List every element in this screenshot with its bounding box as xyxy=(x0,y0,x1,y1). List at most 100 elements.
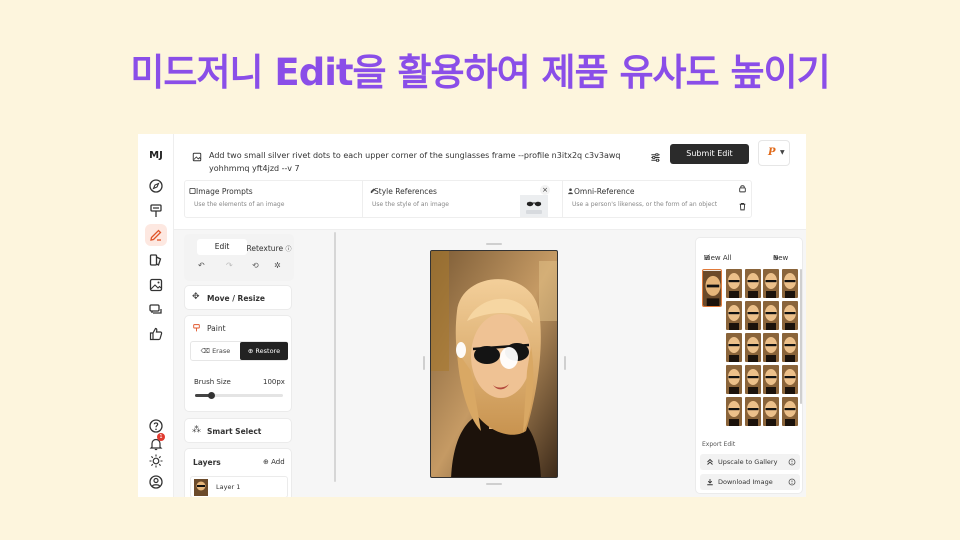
image-prompt-icon[interactable] xyxy=(192,152,202,162)
brush-size-slider[interactable] xyxy=(195,392,283,399)
variation-image xyxy=(781,301,798,330)
profile-dropdown[interactable]: P ▼ xyxy=(758,140,790,166)
sun-icon[interactable] xyxy=(148,453,164,469)
canvas-resize-handle-right[interactable] xyxy=(564,356,566,370)
brush-size-value: 100px xyxy=(263,378,285,386)
smart-select-label: Smart Select xyxy=(207,427,262,436)
compass-icon[interactable] xyxy=(148,178,164,194)
variation-image xyxy=(726,333,742,362)
layers-icon[interactable] xyxy=(148,252,164,268)
bell-icon[interactable]: 1 xyxy=(148,433,165,452)
variation-thumbnail[interactable] xyxy=(726,397,742,426)
variation-image xyxy=(763,333,779,362)
gallery-scrollbar[interactable] xyxy=(800,269,802,404)
variation-thumbnail[interactable] xyxy=(763,365,779,394)
portrait-image xyxy=(431,251,557,477)
thumbs-up-icon[interactable] xyxy=(148,326,164,342)
variations-gallery: ⊞ View All ⊕ New Export Edit Upscale to … xyxy=(695,237,803,494)
variation-image xyxy=(763,269,779,298)
variation-image xyxy=(726,269,742,298)
layer-thumbnail xyxy=(194,479,208,496)
variation-thumbnail[interactable] xyxy=(744,365,761,394)
redo-icon[interactable]: ↷ xyxy=(226,261,233,270)
tab-retexture[interactable]: Retexture ⓘ xyxy=(244,241,294,257)
midjourney-app: MJ 1 Add two small silver rivet dots to … xyxy=(138,134,806,497)
image-prompts-subtitle: Use the elements of an image xyxy=(194,201,285,208)
variation-image xyxy=(781,365,798,394)
image-prompts-slot[interactable]: Image Prompts Use the elements of an ima… xyxy=(185,181,363,218)
left-rail: MJ 1 xyxy=(138,134,174,497)
upscale-to-gallery-button[interactable]: Upscale to Gallery xyxy=(700,454,800,470)
sunglasses-thumbnail-image xyxy=(520,195,548,217)
variation-thumbnail[interactable] xyxy=(726,333,742,362)
variation-thumbnail[interactable] xyxy=(781,397,798,426)
variation-thumbnail[interactable] xyxy=(763,301,779,330)
brush-size-thumb[interactable] xyxy=(207,392,215,399)
prompt-input[interactable]: Add two small silver rivet dots to each … xyxy=(209,149,639,175)
edit-canvas[interactable] xyxy=(430,250,558,478)
restore-label: Restore xyxy=(255,347,281,355)
variation-thumbnail[interactable] xyxy=(763,269,779,298)
add-layer-button[interactable]: ⊕ Add xyxy=(263,458,285,466)
reset-icon[interactable]: ⟲ xyxy=(252,261,259,270)
info-icon xyxy=(788,478,796,486)
omni-reference-title: Omni-Reference xyxy=(574,187,635,196)
tab-edit[interactable]: Edit xyxy=(197,239,247,255)
help-icon[interactable] xyxy=(148,418,164,434)
variation-thumbnail[interactable] xyxy=(763,397,779,426)
omni-reference-slot[interactable]: Omni-Reference Use a person's likeness, … xyxy=(563,181,753,218)
variation-thumbnail[interactable] xyxy=(726,365,742,394)
chevron-down-icon: ▼ xyxy=(780,149,785,156)
variation-thumbnail[interactable] xyxy=(744,269,761,298)
erase-button[interactable]: ⌫ Erase xyxy=(191,342,240,360)
export-edit-label: Export Edit xyxy=(702,441,736,448)
variation-thumbnail[interactable] xyxy=(744,333,761,362)
variation-thumbnail[interactable] xyxy=(744,301,761,330)
smart-select-icon: ⁂ xyxy=(192,425,201,435)
variation-thumbnail[interactable] xyxy=(726,269,742,298)
variation-image xyxy=(726,365,742,394)
selected-variation-thumbnail[interactable] xyxy=(702,269,722,307)
tab-retexture-label: Retexture xyxy=(246,244,284,253)
variation-thumbnail[interactable] xyxy=(744,397,761,426)
mj-logo[interactable]: MJ xyxy=(138,150,174,161)
user-icon[interactable] xyxy=(148,474,164,490)
paint-brush-icon xyxy=(193,324,200,332)
notification-badge: 1 xyxy=(157,433,165,441)
canvas-resize-handle-left[interactable] xyxy=(423,356,425,370)
undo-icon[interactable]: ↶ xyxy=(198,261,205,270)
left-panel-scrollbar[interactable] xyxy=(334,232,336,482)
download-icon xyxy=(707,479,713,486)
image-icon[interactable] xyxy=(148,277,164,293)
style-reference-thumbnail[interactable] xyxy=(520,195,548,217)
variation-thumbnail[interactable] xyxy=(781,333,798,362)
paint-card: Paint ⌫ Erase ⊕ Restore Brush Size 100px xyxy=(184,315,292,412)
edit-tabs-card: Edit Retexture ⓘ ↶ ↷ ⟲ ✲ xyxy=(184,234,294,281)
canvas-resize-handle-bottom[interactable] xyxy=(486,483,502,485)
chat-icon[interactable] xyxy=(148,302,164,318)
smart-select-card[interactable]: ⁂ Smart Select xyxy=(184,418,292,443)
variation-thumbnail-grid xyxy=(726,269,800,429)
settings-sliders-icon[interactable] xyxy=(650,152,661,163)
variation-thumbnail[interactable] xyxy=(726,301,742,330)
canvas-resize-handle-top[interactable] xyxy=(486,243,502,245)
brush-icon[interactable] xyxy=(148,203,164,219)
variation-thumbnail[interactable] xyxy=(781,365,798,394)
restore-button[interactable]: ⊕ Restore xyxy=(240,342,288,360)
variation-thumbnail[interactable] xyxy=(763,333,779,362)
download-label: Download Image xyxy=(718,478,773,486)
lock-icon[interactable] xyxy=(738,184,747,193)
submit-edit-button[interactable]: Submit Edit xyxy=(670,144,749,164)
edit-icon[interactable] xyxy=(145,224,167,246)
variation-thumbnail[interactable] xyxy=(781,301,798,330)
move-resize-card[interactable]: ✥ Move / Resize xyxy=(184,285,292,310)
layer-1-label: Layer 1 xyxy=(216,483,241,491)
layer-row[interactable]: Layer 1 xyxy=(190,476,288,497)
clear-icon[interactable]: ✲ xyxy=(274,261,281,270)
remove-style-reference-button[interactable]: × xyxy=(540,185,550,195)
trash-icon[interactable] xyxy=(738,202,747,211)
variation-image xyxy=(744,301,761,330)
download-image-button[interactable]: Download Image xyxy=(700,474,800,490)
variation-thumbnail[interactable] xyxy=(781,269,798,298)
plus-icon: ⊕ xyxy=(263,458,269,466)
